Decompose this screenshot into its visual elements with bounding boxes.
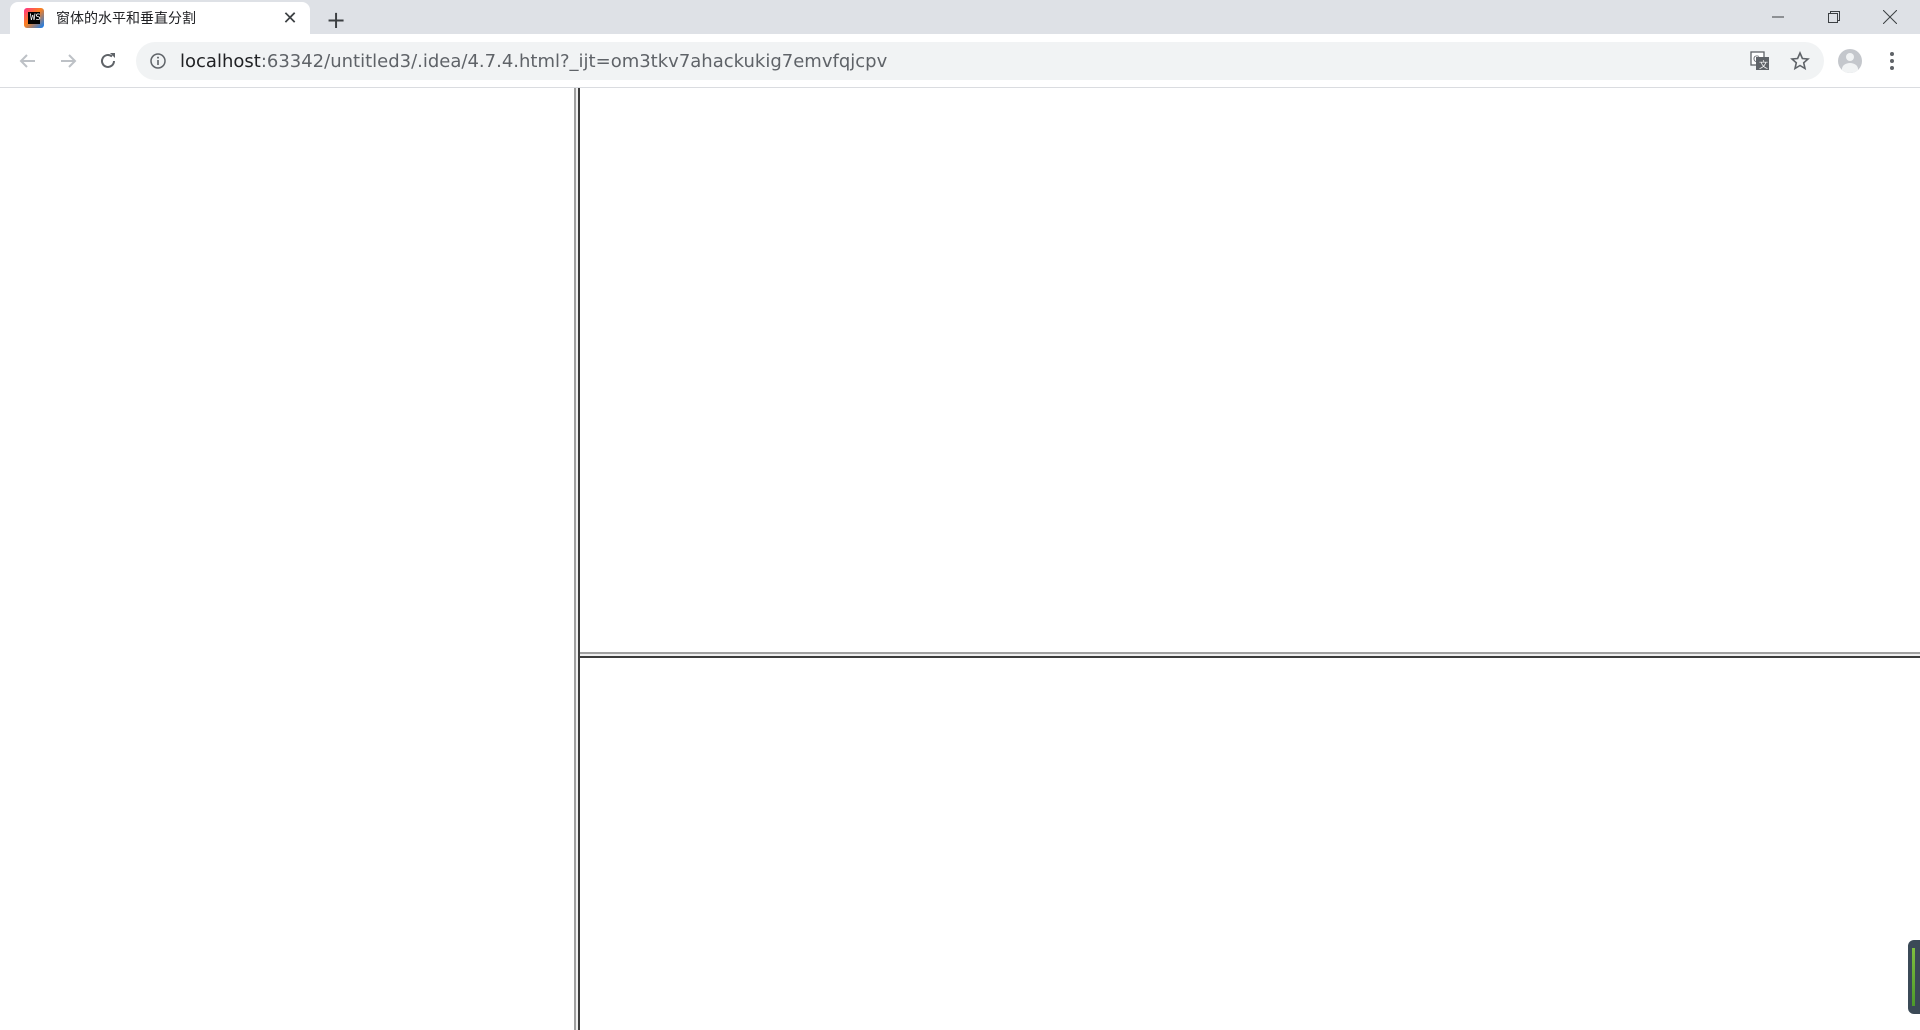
reload-icon (101, 53, 115, 68)
address-bar[interactable]: localhost:63342/untitled3/.idea/4.7.4.ht… (136, 42, 1824, 80)
star-icon[interactable] (1788, 49, 1812, 73)
browser-toolbar: localhost:63342/untitled3/.idea/4.7.4.ht… (0, 34, 1920, 88)
avatar-icon[interactable] (1838, 49, 1862, 73)
restore-icon (1828, 11, 1840, 23)
back-button[interactable] (12, 45, 44, 77)
translate-icon[interactable]: G文 (1748, 49, 1772, 73)
arrow-right-icon (61, 54, 77, 68)
url-text[interactable]: localhost:63342/untitled3/.idea/4.7.4.ht… (180, 51, 887, 72)
url-path: :63342/untitled3/.idea/4.7.4.html?_ijt=o… (260, 50, 888, 72)
restore-button[interactable] (1806, 0, 1862, 34)
bottom-right-frame (580, 658, 1920, 1030)
forward-button[interactable] (52, 45, 84, 77)
new-tab-button[interactable]: + (322, 6, 350, 34)
kebab-menu-icon[interactable] (1880, 48, 1904, 74)
tab-title: 窗体的水平和垂直分割 (56, 11, 196, 27)
favicon-text: WS (30, 13, 41, 23)
browser-tab[interactable]: WS 窗体的水平和垂直分割 ✕ (10, 2, 310, 34)
url-host: localhost (180, 50, 261, 72)
minimize-button[interactable] (1750, 0, 1806, 34)
webstorm-favicon-icon: WS (24, 8, 44, 28)
close-window-button[interactable] (1862, 0, 1918, 34)
arrow-left-icon (19, 54, 35, 68)
close-icon[interactable]: ✕ (278, 6, 302, 30)
info-icon[interactable] (150, 53, 166, 69)
reload-button[interactable] (92, 45, 124, 77)
minimize-icon (1772, 16, 1784, 18)
close-window-icon (1883, 10, 1897, 24)
tab-strip: WS 窗体的水平和垂直分割 ✕ + (0, 0, 1920, 34)
page-content (0, 88, 1920, 1030)
left-frame (0, 88, 574, 1030)
svg-text:文: 文 (1759, 59, 1768, 71)
floating-widget-icon[interactable] (1908, 940, 1920, 1014)
top-right-frame (580, 88, 1920, 652)
